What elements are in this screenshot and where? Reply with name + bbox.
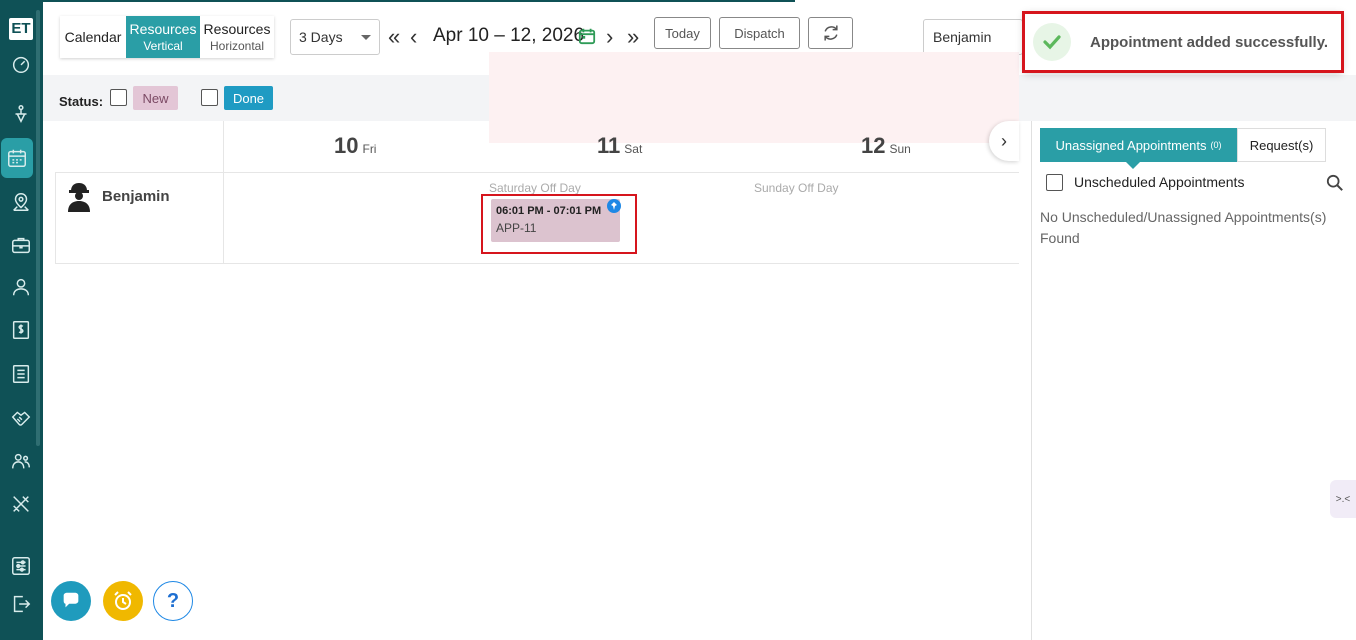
alarm-clock-icon <box>114 591 132 610</box>
unscheduled-label: Unscheduled Appointments <box>1074 174 1245 190</box>
dispatch-button[interactable]: Dispatch <box>719 17 800 49</box>
saturday-off-label: Saturday Off Day <box>489 181 581 195</box>
app-logo[interactable]: ET <box>9 18 33 40</box>
view-toggle: Calendar Resources Vertical Resources Ho… <box>60 16 274 58</box>
alarm-button[interactable] <box>103 581 143 621</box>
dispatch-icon[interactable] <box>7 100 35 128</box>
tab-unassigned-appointments[interactable]: Unassigned Appointments (0) <box>1040 128 1237 162</box>
help-button[interactable]: ? <box>153 581 193 621</box>
resource-user-select[interactable]: Benjamin <box>923 19 1023 55</box>
day-name: Sun <box>889 142 911 156</box>
grid-row-divider <box>55 263 1019 264</box>
chevron-left-icon[interactable]: ‹ <box>410 24 417 50</box>
tab-unassigned-label: Unassigned Appointments <box>1055 137 1207 153</box>
team-icon[interactable] <box>7 447 35 475</box>
sunday-off-label: Sunday Off Day <box>754 181 839 195</box>
status-new-badge: New <box>133 86 178 110</box>
list-icon[interactable] <box>7 360 35 388</box>
handshake-icon[interactable] <box>7 403 35 431</box>
side-collapse-handle[interactable]: >.< <box>1330 480 1356 518</box>
day-number: 10 <box>334 133 359 158</box>
technician-avatar-icon <box>68 183 90 212</box>
days-range-select[interactable]: 3 Days <box>290 19 380 55</box>
view-calendar-button[interactable]: Calendar <box>60 16 126 58</box>
user-icon[interactable] <box>7 273 35 301</box>
days-range-value: 3 Days <box>299 29 343 45</box>
logout-icon[interactable] <box>7 590 35 618</box>
map-icon[interactable] <box>7 188 35 216</box>
status-filter-label: Status: <box>59 94 104 109</box>
chevron-right-icon[interactable]: › <box>606 24 613 50</box>
double-chevron-left-icon[interactable]: « <box>388 24 400 50</box>
toast-highlight-box <box>1022 11 1344 73</box>
day-number: 12 <box>861 133 886 158</box>
tools-icon[interactable] <box>7 490 35 518</box>
sidebar: ET <box>0 0 43 640</box>
today-button[interactable]: Today <box>654 17 711 49</box>
date-picker-icon[interactable] <box>578 27 596 45</box>
active-tab-caret <box>1125 161 1141 169</box>
search-icon[interactable] <box>1326 174 1344 192</box>
day-name: Fri <box>362 142 377 156</box>
status-done-badge: Done <box>224 86 273 110</box>
appointment-highlight-box <box>481 194 637 254</box>
chevron-down-icon <box>361 34 371 40</box>
app-root: ET Calendar Resources Vertical Resources… <box>0 0 1356 640</box>
dashboard-icon[interactable] <box>7 50 35 78</box>
settings-icon[interactable] <box>7 552 35 580</box>
day-header-10: 10 Fri <box>334 133 376 159</box>
briefcase-icon[interactable] <box>7 231 35 259</box>
tab-requests[interactable]: Request(s) <box>1237 128 1326 162</box>
day-header-12: 12 Sun <box>861 133 911 159</box>
status-done-checkbox[interactable] <box>201 89 218 106</box>
date-range-title: Apr 10 – 12, 2026 <box>433 25 585 46</box>
unassigned-panel <box>1031 121 1356 640</box>
chat-icon <box>63 592 79 608</box>
day-number: 11 <box>597 133 621 158</box>
tab-unassigned-count: (0) <box>1210 140 1222 150</box>
empty-state-message: No Unscheduled/Unassigned Appointments(s… <box>1040 209 1327 246</box>
refresh-icon <box>823 25 838 41</box>
grid-header-divider <box>55 172 1019 173</box>
day-name: Sat <box>624 142 643 156</box>
resource-name-benjamin: Benjamin <box>102 188 170 205</box>
view-resources-vertical-sub: Vertical <box>143 39 183 53</box>
chat-button[interactable] <box>51 581 91 621</box>
grid-left-border <box>55 173 56 264</box>
status-new-checkbox[interactable] <box>110 89 127 106</box>
dollar-icon[interactable] <box>7 316 35 344</box>
double-chevron-right-icon[interactable]: » <box>627 24 639 50</box>
day-header-11: 11 Sat <box>597 133 642 159</box>
view-resources-vertical-label: Resources <box>129 21 197 37</box>
view-resources-vertical-button[interactable]: Resources Vertical <box>126 16 200 58</box>
view-resources-horizontal-label: Resources <box>203 21 271 37</box>
top-accent-line <box>43 0 795 2</box>
view-resources-horizontal-sub: Horizontal <box>209 39 265 53</box>
view-calendar-label: Calendar <box>64 29 122 45</box>
grid-resource-divider <box>223 121 224 264</box>
calendar-icon[interactable] <box>1 138 33 178</box>
unscheduled-checkbox[interactable] <box>1046 174 1063 191</box>
refresh-button[interactable] <box>808 17 853 49</box>
sidebar-scrollbar[interactable] <box>36 10 40 446</box>
view-resources-horizontal-button[interactable]: Resources Horizontal <box>200 16 274 58</box>
chevron-right-icon: › <box>1001 130 1007 151</box>
